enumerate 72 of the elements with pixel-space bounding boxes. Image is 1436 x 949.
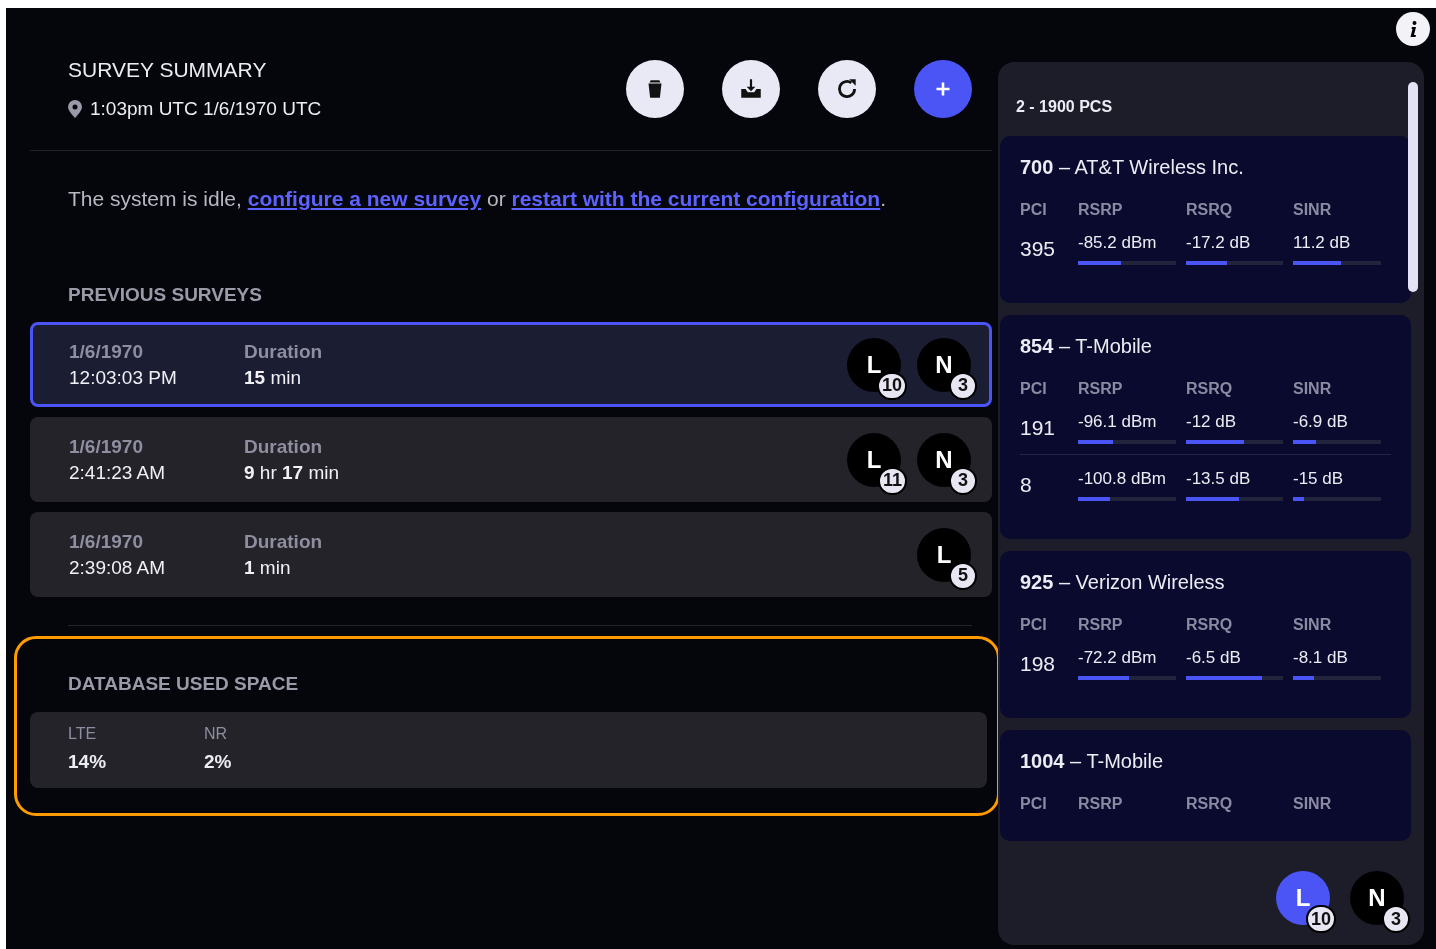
cell-title: 925 – Verizon Wireless — [1020, 571, 1226, 594]
metric-value: -8.1 dB — [1293, 648, 1349, 668]
usage-value: 2% — [204, 751, 233, 773]
column-header: RSRQ — [1186, 795, 1234, 813]
metric-value: -85.2 dBm — [1078, 233, 1158, 253]
cell-title: 1004 – T-Mobile — [1020, 750, 1165, 773]
section-title: PREVIOUS SURVEYS — [68, 284, 263, 306]
pci-value: 395 — [1020, 237, 1057, 261]
metric-value: -13.5 dB — [1186, 469, 1252, 489]
metric-value: -15 dB — [1293, 469, 1345, 489]
survey-link[interactable]: configure a new survey — [247, 187, 482, 210]
column-header: RSRP — [1078, 380, 1124, 398]
column-header: RSRP — [1078, 201, 1124, 219]
usage-value: 14% — [68, 751, 108, 773]
section-title: DATABASE USED SPACE — [68, 673, 300, 695]
column-header: SINR — [1293, 616, 1333, 634]
survey-time: 2:41:23 AM — [69, 461, 167, 484]
column-header: PCI — [1020, 380, 1048, 398]
duration-value: 9 hr 17 min — [244, 461, 341, 484]
metric-value: -96.1 dBm — [1078, 412, 1158, 432]
metric-value: -6.5 dB — [1186, 648, 1242, 668]
duration-value: 1 min — [244, 556, 292, 579]
column-header: RSRP — [1078, 795, 1124, 813]
column-header: PCI — [1020, 616, 1048, 634]
metric-value: -12 dB — [1186, 412, 1238, 432]
column-header: SINR — [1293, 201, 1333, 219]
column-header: RSRQ — [1186, 616, 1234, 634]
metric-value: -100.8 dBm — [1078, 469, 1167, 489]
survey-row[interactable]: 1/6/1970 2:41:23 AM Duration 9 hr 17 min L 11 N 3 — [30, 417, 992, 502]
cell-title: 700 – AT&T Wireless Inc. — [1020, 156, 1245, 179]
column-header: RSRP — [1078, 616, 1124, 634]
pci-value: 8 — [1020, 473, 1033, 497]
metric-value: 11.2 dB — [1293, 233, 1352, 253]
column-header: SINR — [1293, 795, 1333, 813]
cell-title: 854 – T-Mobile — [1020, 335, 1153, 358]
survey-date: 1/6/1970 — [69, 530, 144, 553]
survey-time: 2:39:08 AM — [69, 556, 167, 579]
location-pin-icon — [68, 100, 82, 118]
download-button[interactable] — [722, 60, 780, 118]
scrollbar[interactable] — [1408, 82, 1418, 292]
metric-value: -17.2 dB — [1186, 233, 1252, 253]
refresh-button[interactable] — [818, 60, 876, 118]
duration-label: Duration — [244, 435, 324, 458]
survey-link[interactable]: restart with the current configuration — [511, 187, 881, 210]
column-header: RSRQ — [1186, 380, 1234, 398]
survey-row[interactable]: 1/6/1970 2:39:08 AM Duration 1 min L 5 — [30, 512, 992, 597]
survey-time: 12:03:03 PM — [69, 366, 178, 389]
column-header: SINR — [1293, 380, 1333, 398]
metric-value: -6.9 dB — [1293, 412, 1349, 432]
status-message: The system is idle, configure a new survey or restart with the current configuration. — [68, 186, 888, 212]
pci-value: 191 — [1020, 416, 1057, 440]
page-title: SURVEY SUMMARY — [68, 58, 268, 82]
column-header: PCI — [1020, 201, 1048, 219]
timestamp: 1:03pm UTC 1/6/1970 UTC — [90, 98, 322, 120]
column-header: RSRQ — [1186, 201, 1234, 219]
usage-label: LTE — [68, 725, 98, 743]
count-badge: 3 — [1382, 905, 1410, 933]
usage-label: NR — [204, 725, 229, 743]
duration-value: 15 min — [244, 366, 303, 389]
column-header: PCI — [1020, 795, 1048, 813]
survey-row[interactable]: 1/6/1970 12:03:03 PM Duration 15 min L 10 N 3 — [30, 322, 992, 407]
survey-date: 1/6/1970 — [69, 340, 144, 363]
count-badge: 10 — [1305, 905, 1336, 933]
delete-button[interactable] — [626, 60, 684, 118]
add-button[interactable] — [914, 60, 972, 118]
metric-value: -72.2 dBm — [1078, 648, 1158, 668]
pci-value: 198 — [1020, 652, 1057, 676]
duration-label: Duration — [244, 530, 324, 553]
panel-title: 2 - 1900 PCS — [1015, 97, 1114, 117]
info-button[interactable] — [1396, 12, 1430, 46]
survey-date: 1/6/1970 — [69, 435, 144, 458]
duration-label: Duration — [244, 340, 324, 363]
